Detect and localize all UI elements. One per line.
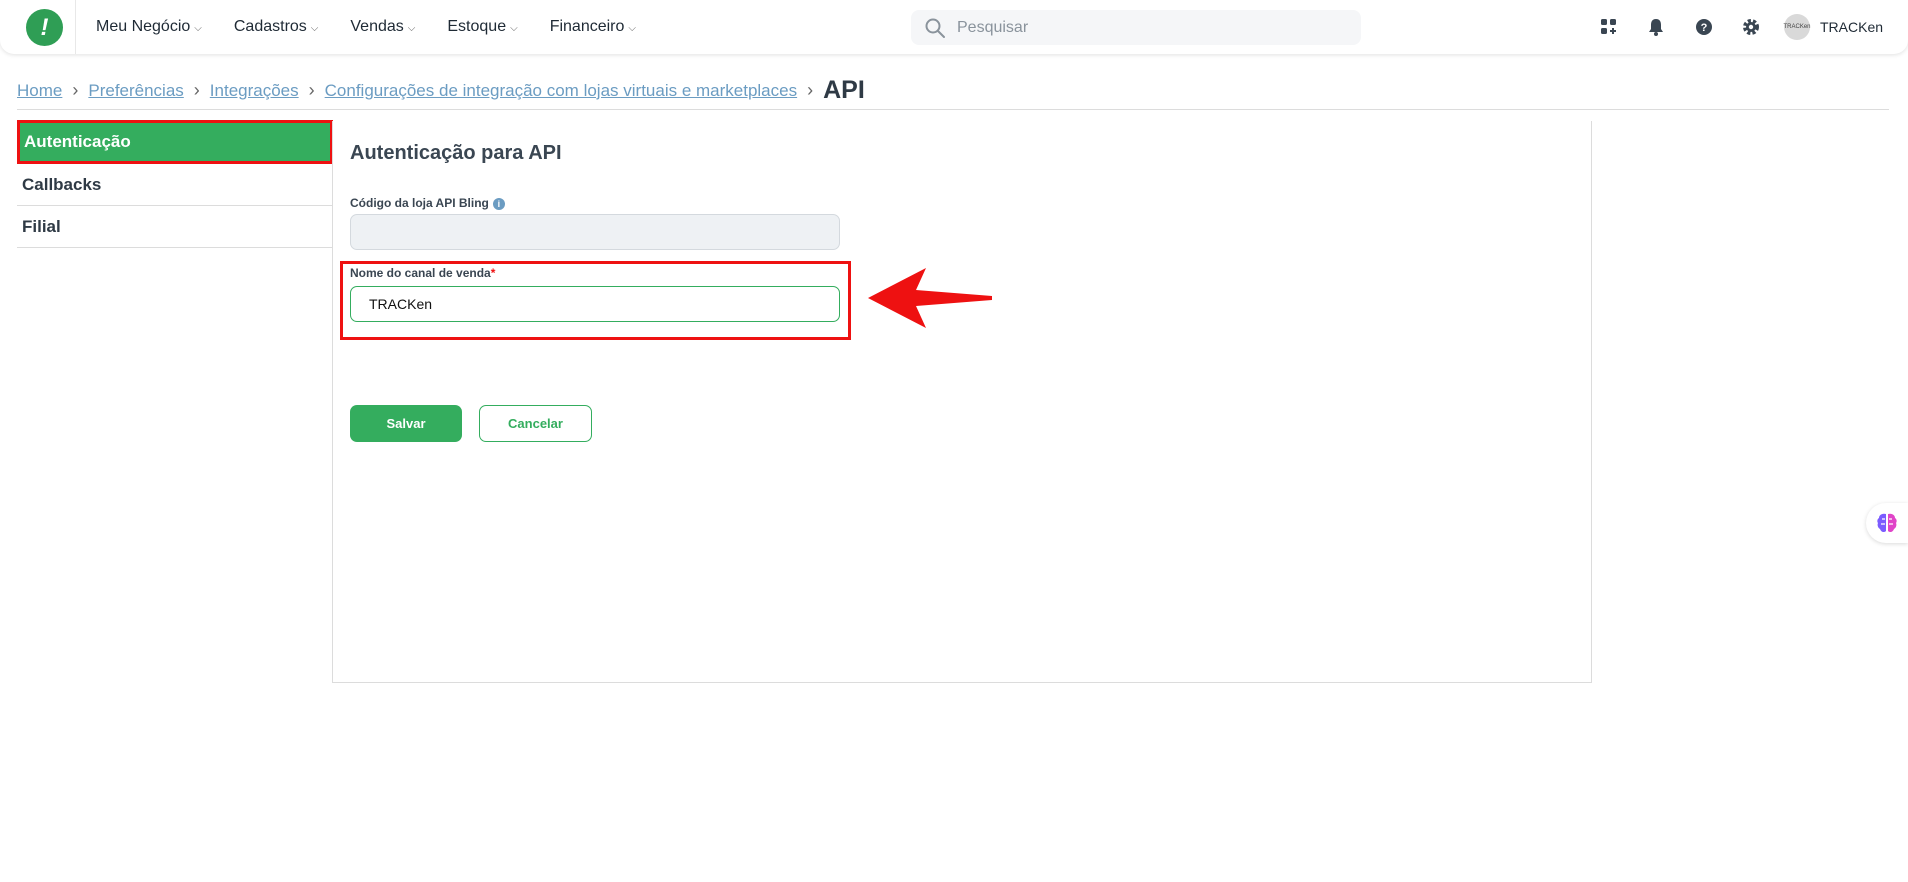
sidebar-item-autenticacao[interactable]: Autenticação xyxy=(17,120,333,164)
chevron-right-icon: › xyxy=(193,80,200,100)
breadcrumb-configuracoes[interactable]: Configurações de integração com lojas vi… xyxy=(325,81,797,101)
chevron-right-icon: › xyxy=(72,80,79,100)
content-panel xyxy=(332,121,1592,683)
svg-text:?: ? xyxy=(1701,22,1708,34)
save-button[interactable]: Salvar xyxy=(350,405,462,442)
annotation-arrow-icon xyxy=(868,268,992,328)
bell-icon[interactable] xyxy=(1646,17,1666,37)
avatar[interactable]: TRACKen xyxy=(1784,14,1811,40)
help-icon[interactable]: ? xyxy=(1694,17,1714,37)
apps-icon[interactable] xyxy=(1599,17,1619,37)
chevron-down-icon: ⌵ xyxy=(310,22,319,34)
breadcrumb: Home › Preferências › Integrações › Conf… xyxy=(17,76,865,105)
cancel-button[interactable]: Cancelar xyxy=(479,405,592,442)
breadcrumb-preferencias[interactable]: Preferências xyxy=(88,81,183,101)
breadcrumb-divider xyxy=(17,109,1889,110)
channel-name-field[interactable] xyxy=(350,286,840,322)
nav-cadastros[interactable]: Cadastros ⌵ xyxy=(234,18,319,36)
sidebar-item-callbacks[interactable]: Callbacks xyxy=(17,164,333,206)
search-bar xyxy=(911,10,1361,45)
bling-logo-icon[interactable]: ! xyxy=(26,9,63,46)
nav-meu-negocio[interactable]: Meu Negócio ⌵ xyxy=(96,18,202,36)
nav-financeiro[interactable]: Financeiro ⌵ xyxy=(550,18,636,36)
chevron-right-icon: › xyxy=(308,80,315,100)
required-marker: * xyxy=(490,266,496,280)
channel-name-label: Nome do canal de venda* xyxy=(350,266,496,280)
store-code-label: Código da loja API Bling i xyxy=(350,196,505,210)
breadcrumb-integracoes[interactable]: Integrações xyxy=(210,81,299,101)
chevron-down-icon: ⌵ xyxy=(194,22,202,34)
chevron-down-icon: ⌵ xyxy=(628,22,636,34)
info-icon[interactable]: i xyxy=(492,197,505,210)
brain-icon xyxy=(1877,513,1897,533)
user-name[interactable]: TRACKen xyxy=(1820,19,1883,35)
page-title: API xyxy=(823,76,865,104)
search-icon xyxy=(925,18,945,38)
gear-icon[interactable] xyxy=(1741,17,1761,37)
chevron-right-icon: › xyxy=(807,80,814,100)
assistant-widget[interactable] xyxy=(1866,503,1908,543)
nav-estoque[interactable]: Estoque ⌵ xyxy=(447,18,517,36)
nav-vendas[interactable]: Vendas ⌵ xyxy=(350,18,415,36)
main-nav: Meu Negócio ⌵ Cadastros ⌵ Vendas ⌵ Estoque ⌵… xyxy=(96,0,668,54)
store-code-field xyxy=(350,214,840,250)
chevron-down-icon: ⌵ xyxy=(407,22,416,34)
form-title: Autenticação para API xyxy=(350,142,562,164)
breadcrumb-home[interactable]: Home xyxy=(17,81,62,101)
sidebar-item-filial[interactable]: Filial xyxy=(17,206,333,248)
chevron-down-icon: ⌵ xyxy=(510,22,518,34)
top-bar: ! Meu Negócio ⌵ Cadastros ⌵ Vendas ⌵ Estoqu… xyxy=(0,0,1908,54)
logo-divider xyxy=(75,0,76,54)
search-input[interactable] xyxy=(955,17,1339,38)
